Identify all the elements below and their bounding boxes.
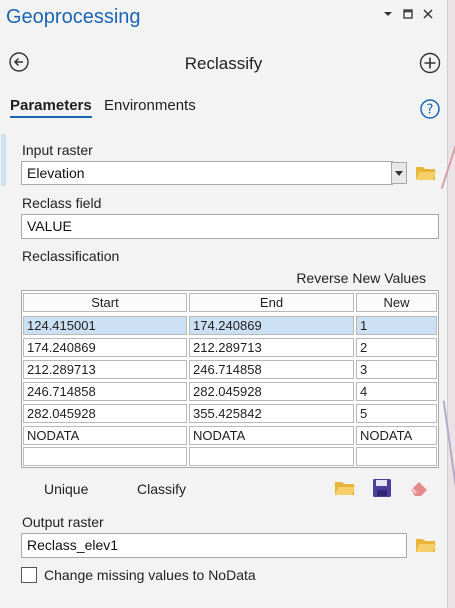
- add-circle-icon[interactable]: [419, 52, 441, 74]
- table-cell[interactable]: 246.714858: [23, 382, 187, 401]
- table-cell[interactable]: 282.045928: [189, 382, 354, 401]
- table-cell[interactable]: NODATA: [189, 426, 354, 445]
- output-raster-label: Output raster: [22, 514, 104, 530]
- column-header-start[interactable]: Start: [23, 293, 187, 312]
- svg-text:?: ?: [427, 103, 434, 118]
- input-raster-field[interactable]: Elevation: [21, 161, 393, 185]
- tool-title: Reclassify: [184, 54, 263, 73]
- reclass-table: Start End New 124.415001 174.240869 1 17…: [21, 290, 439, 468]
- reclassification-label: Reclassification: [22, 248, 120, 264]
- table-cell[interactable]: 3: [356, 360, 437, 379]
- table-cell[interactable]: 212.289713: [189, 338, 354, 357]
- column-header-end[interactable]: End: [189, 293, 354, 312]
- table-cell[interactable]: 5: [356, 404, 437, 423]
- chevron-down-icon[interactable]: [383, 8, 393, 22]
- reclass-field-input[interactable]: VALUE: [21, 214, 439, 239]
- tab-environments[interactable]: Environments: [104, 97, 196, 114]
- classify-button[interactable]: Classify: [137, 481, 186, 497]
- geoprocessing-pane: Geoprocessing Reclassify Parameters Envi…: [0, 0, 448, 608]
- maximize-icon[interactable]: [403, 8, 413, 22]
- output-raster-field[interactable]: Reclass_elev1: [21, 533, 407, 558]
- table-cell[interactable]: NODATA: [356, 426, 437, 445]
- table-cell[interactable]: 124.415001: [23, 316, 187, 335]
- save-icon[interactable]: [371, 477, 393, 499]
- table-cell[interactable]: 174.240869: [23, 338, 187, 357]
- chevron-down-icon: [395, 170, 403, 176]
- window-controls: [383, 8, 433, 22]
- reclass-field-label: Reclass field: [22, 195, 102, 211]
- active-parameter-indicator: [1, 134, 6, 186]
- pane-title: Geoprocessing: [6, 6, 141, 28]
- map-view-edge: [440, 0, 455, 608]
- table-cell[interactable]: 1: [356, 316, 437, 335]
- folder-icon[interactable]: [415, 536, 437, 554]
- help-icon[interactable]: ?: [420, 99, 440, 119]
- input-raster-dropdown[interactable]: [391, 162, 407, 184]
- folder-icon[interactable]: [415, 164, 437, 182]
- unique-button[interactable]: Unique: [44, 481, 88, 497]
- table-cell[interactable]: 2: [356, 338, 437, 357]
- table-cell[interactable]: [189, 447, 354, 466]
- table-cell[interactable]: 4: [356, 382, 437, 401]
- tab-parameters[interactable]: Parameters: [10, 97, 92, 118]
- table-cell[interactable]: [356, 447, 437, 466]
- eraser-icon[interactable]: [408, 477, 430, 499]
- nodata-checkbox-label[interactable]: Change missing values to NoData: [44, 567, 256, 583]
- table-cell[interactable]: NODATA: [23, 426, 187, 445]
- table-cell[interactable]: 282.045928: [23, 404, 187, 423]
- input-raster-label: Input raster: [22, 142, 93, 158]
- close-icon[interactable]: [423, 8, 433, 22]
- table-cell[interactable]: 355.425842: [189, 404, 354, 423]
- table-cell[interactable]: [23, 447, 187, 466]
- column-header-new[interactable]: New: [356, 293, 437, 312]
- table-cell[interactable]: 174.240869: [189, 316, 354, 335]
- folder-open-icon[interactable]: [334, 477, 356, 499]
- nodata-checkbox[interactable]: [21, 567, 37, 583]
- table-cell[interactable]: 212.289713: [23, 360, 187, 379]
- reverse-new-values-button[interactable]: Reverse New Values: [296, 270, 426, 286]
- table-cell[interactable]: 246.714858: [189, 360, 354, 379]
